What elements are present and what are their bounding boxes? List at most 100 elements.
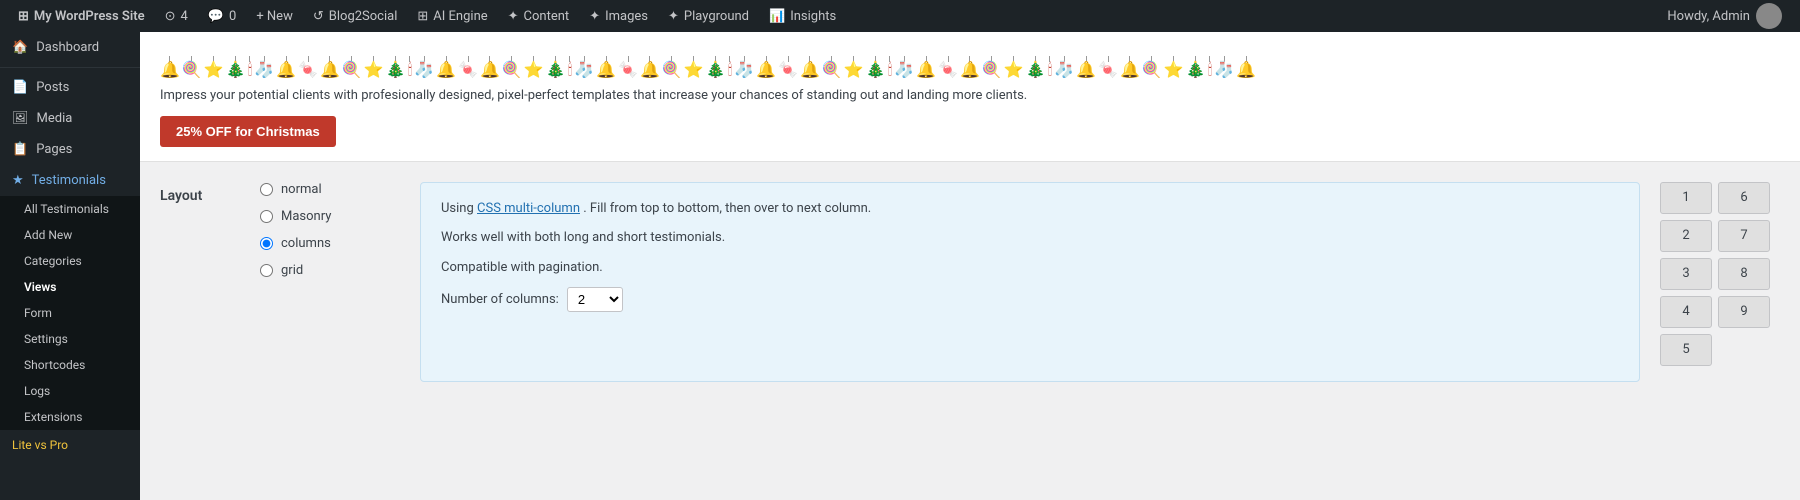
howdy-item[interactable]: Howdy, Admin [1657,3,1792,29]
columns-select-row: Number of columns: 1 2 3 4 5 6 [441,287,1619,312]
admin-bar: ⊞ My WordPress Site ⊙ 4 💬 0 + New ↺ Blog… [0,0,1800,32]
comment-count: 0 [229,9,236,24]
css-multicolumn-link[interactable]: CSS multi-column [477,201,580,216]
col-num-btn-3[interactable]: 3 [1660,258,1712,290]
sidebar-item-dashboard[interactable]: 🏠 Dashboard [0,32,140,63]
col-num-btn-1[interactable]: 1 [1660,182,1712,214]
blog2social-label: Blog2Social [329,9,398,24]
sidebar-sub-settings[interactable]: Settings [0,326,140,352]
layout-info-line1-rest: . Fill from top to bottom, then over to … [583,201,871,216]
ai-engine-label: AI Engine [433,9,487,24]
sidebar-lite-vs-pro[interactable]: Lite vs Pro [0,430,140,460]
sidebar-sub-extensions[interactable]: Extensions [0,404,140,430]
images-item[interactable]: ✦ Images [579,0,658,32]
col-num-btn-4[interactable]: 4 [1660,296,1712,328]
layout-info-box: Using CSS multi-column . Fill from top t… [420,182,1640,382]
images-icon: ✦ [589,9,600,24]
radio-columns-label: columns [281,236,331,251]
col-num-row-0: 16 [1660,182,1780,214]
circle-icon: ⊙ [165,9,176,24]
sidebar-sub-shortcodes[interactable]: Shortcodes [0,352,140,378]
radio-masonry[interactable]: Masonry [260,209,400,224]
playground-label: Playground [684,9,749,24]
ai-engine-item[interactable]: ⊞ AI Engine [407,0,497,32]
blog2social-item[interactable]: ↺ Blog2Social [303,0,408,32]
sidebar-sub-form[interactable]: Form [0,300,140,326]
col-num-btn-6[interactable]: 6 [1718,182,1770,214]
sidebar-sub-categories[interactable]: Categories [0,248,140,274]
playground-icon: ✦ [668,9,679,24]
col-num-btn-8[interactable]: 8 [1718,258,1770,290]
media-icon: 🖼 [12,111,29,126]
content-item[interactable]: ✦ Content [498,0,580,32]
sidebar-item-testimonials[interactable]: ★ Testimonials [0,165,140,196]
radio-columns-input[interactable] [260,237,273,250]
promo-button[interactable]: 25% OFF for Christmas [160,116,336,147]
wp-logo-icon: ⊞ [18,9,29,24]
radio-normal[interactable]: normal [260,182,400,197]
playground-item[interactable]: ✦ Playground [658,0,759,32]
sidebar-sub-menu: All Testimonials Add New Categories View… [0,196,140,430]
sidebar-item-posts[interactable]: 📄 Posts [0,72,140,103]
content-icon: ✦ [508,9,519,24]
layout-info-using: Using [441,201,477,216]
christmas-decoration: 🔔🍭⭐🎄🕯🧦🔔🍬🔔🍭⭐🎄🕯🧦🔔🍬🔔🍭⭐🎄🕯🧦🔔🍬🔔🍭⭐🎄🕯🧦🔔🍬🔔🍭⭐🎄🕯🧦🔔🍬… [160,42,1780,78]
testimonials-icon: ★ [12,173,24,188]
site-name-item[interactable]: ⊞ My WordPress Site [8,0,155,32]
visit-count: 4 [181,9,188,24]
main-content: 🔔🍭⭐🎄🕯🧦🔔🍬🔔🍭⭐🎄🕯🧦🔔🍬🔔🍭⭐🎄🕯🧦🔔🍬🔔🍭⭐🎄🕯🧦🔔🍬🔔🍭⭐🎄🕯🧦🔔🍬… [140,32,1800,500]
avatar [1756,3,1782,29]
sidebar-sub-add-new[interactable]: Add New [0,222,140,248]
blog2social-icon: ↺ [313,9,324,24]
new-label: + New [256,9,293,24]
visit-count-item[interactable]: ⊙ 4 [155,0,198,32]
sidebar-sub-logs[interactable]: Logs [0,378,140,404]
posts-label: Posts [36,80,69,95]
sidebar-sub-views[interactable]: Views [0,274,140,300]
new-item[interactable]: + New [246,0,303,32]
layout-info-line2: Works well with both long and short test… [441,228,1619,248]
layout-section: Layout normal Masonry columns grid [140,162,1800,402]
howdy-text: Howdy, Admin [1667,9,1750,24]
images-label: Images [605,9,648,24]
radio-grid-label: grid [281,263,303,278]
num-columns-label: Number of columns: [441,292,559,307]
pages-icon: 📋 [12,142,28,157]
radio-normal-label: normal [281,182,322,197]
radio-normal-input[interactable] [260,183,273,196]
radio-masonry-label: Masonry [281,209,331,224]
dashboard-icon: 🏠 [12,40,28,55]
num-columns-select[interactable]: 1 2 3 4 5 6 [567,287,623,312]
promo-banner: 🔔🍭⭐🎄🕯🧦🔔🍬🔔🍭⭐🎄🕯🧦🔔🍬🔔🍭⭐🎄🕯🧦🔔🍬🔔🍭⭐🎄🕯🧦🔔🍬🔔🍭⭐🎄🕯🧦🔔🍬… [140,32,1800,162]
layout-radio-group: normal Masonry columns grid [260,182,400,382]
content-label: Content [524,9,570,24]
col-num-btn-2[interactable]: 2 [1660,220,1712,252]
dashboard-label: Dashboard [36,40,99,55]
sidebar-item-media[interactable]: 🖼 Media [0,103,140,134]
col-num-row-2: 38 [1660,258,1780,290]
page-layout: 🏠 Dashboard 📄 Posts 🖼 Media 📋 Pages ★ Te… [0,32,1800,500]
posts-icon: 📄 [12,80,28,95]
col-num-btn-9[interactable]: 9 [1718,296,1770,328]
site-name-label: My WordPress Site [34,9,145,24]
media-label: Media [37,111,73,126]
insights-label: Insights [790,9,836,24]
col-num-btn-7[interactable]: 7 [1718,220,1770,252]
adminbar-right: Howdy, Admin [1657,3,1792,29]
sidebar-sub-all-testimonials[interactable]: All Testimonials [0,196,140,222]
radio-grid[interactable]: grid [260,263,400,278]
col-num-btn-5[interactable]: 5 [1660,334,1712,366]
comment-count-item[interactable]: 💬 0 [198,0,247,32]
col-num-row-1: 27 [1660,220,1780,252]
col-num-row-3: 49 [1660,296,1780,328]
lite-pro-label: Lite vs Pro [12,438,68,452]
ai-engine-icon: ⊞ [417,9,428,24]
layout-info-line3: Compatible with pagination. [441,258,1619,278]
radio-grid-input[interactable] [260,264,273,277]
radio-masonry-input[interactable] [260,210,273,223]
sidebar-item-pages[interactable]: 📋 Pages [0,134,140,165]
radio-columns[interactable]: columns [260,236,400,251]
sidebar-sep-1 [0,67,140,68]
insights-icon: 📊 [769,9,785,24]
insights-item[interactable]: 📊 Insights [759,0,846,32]
